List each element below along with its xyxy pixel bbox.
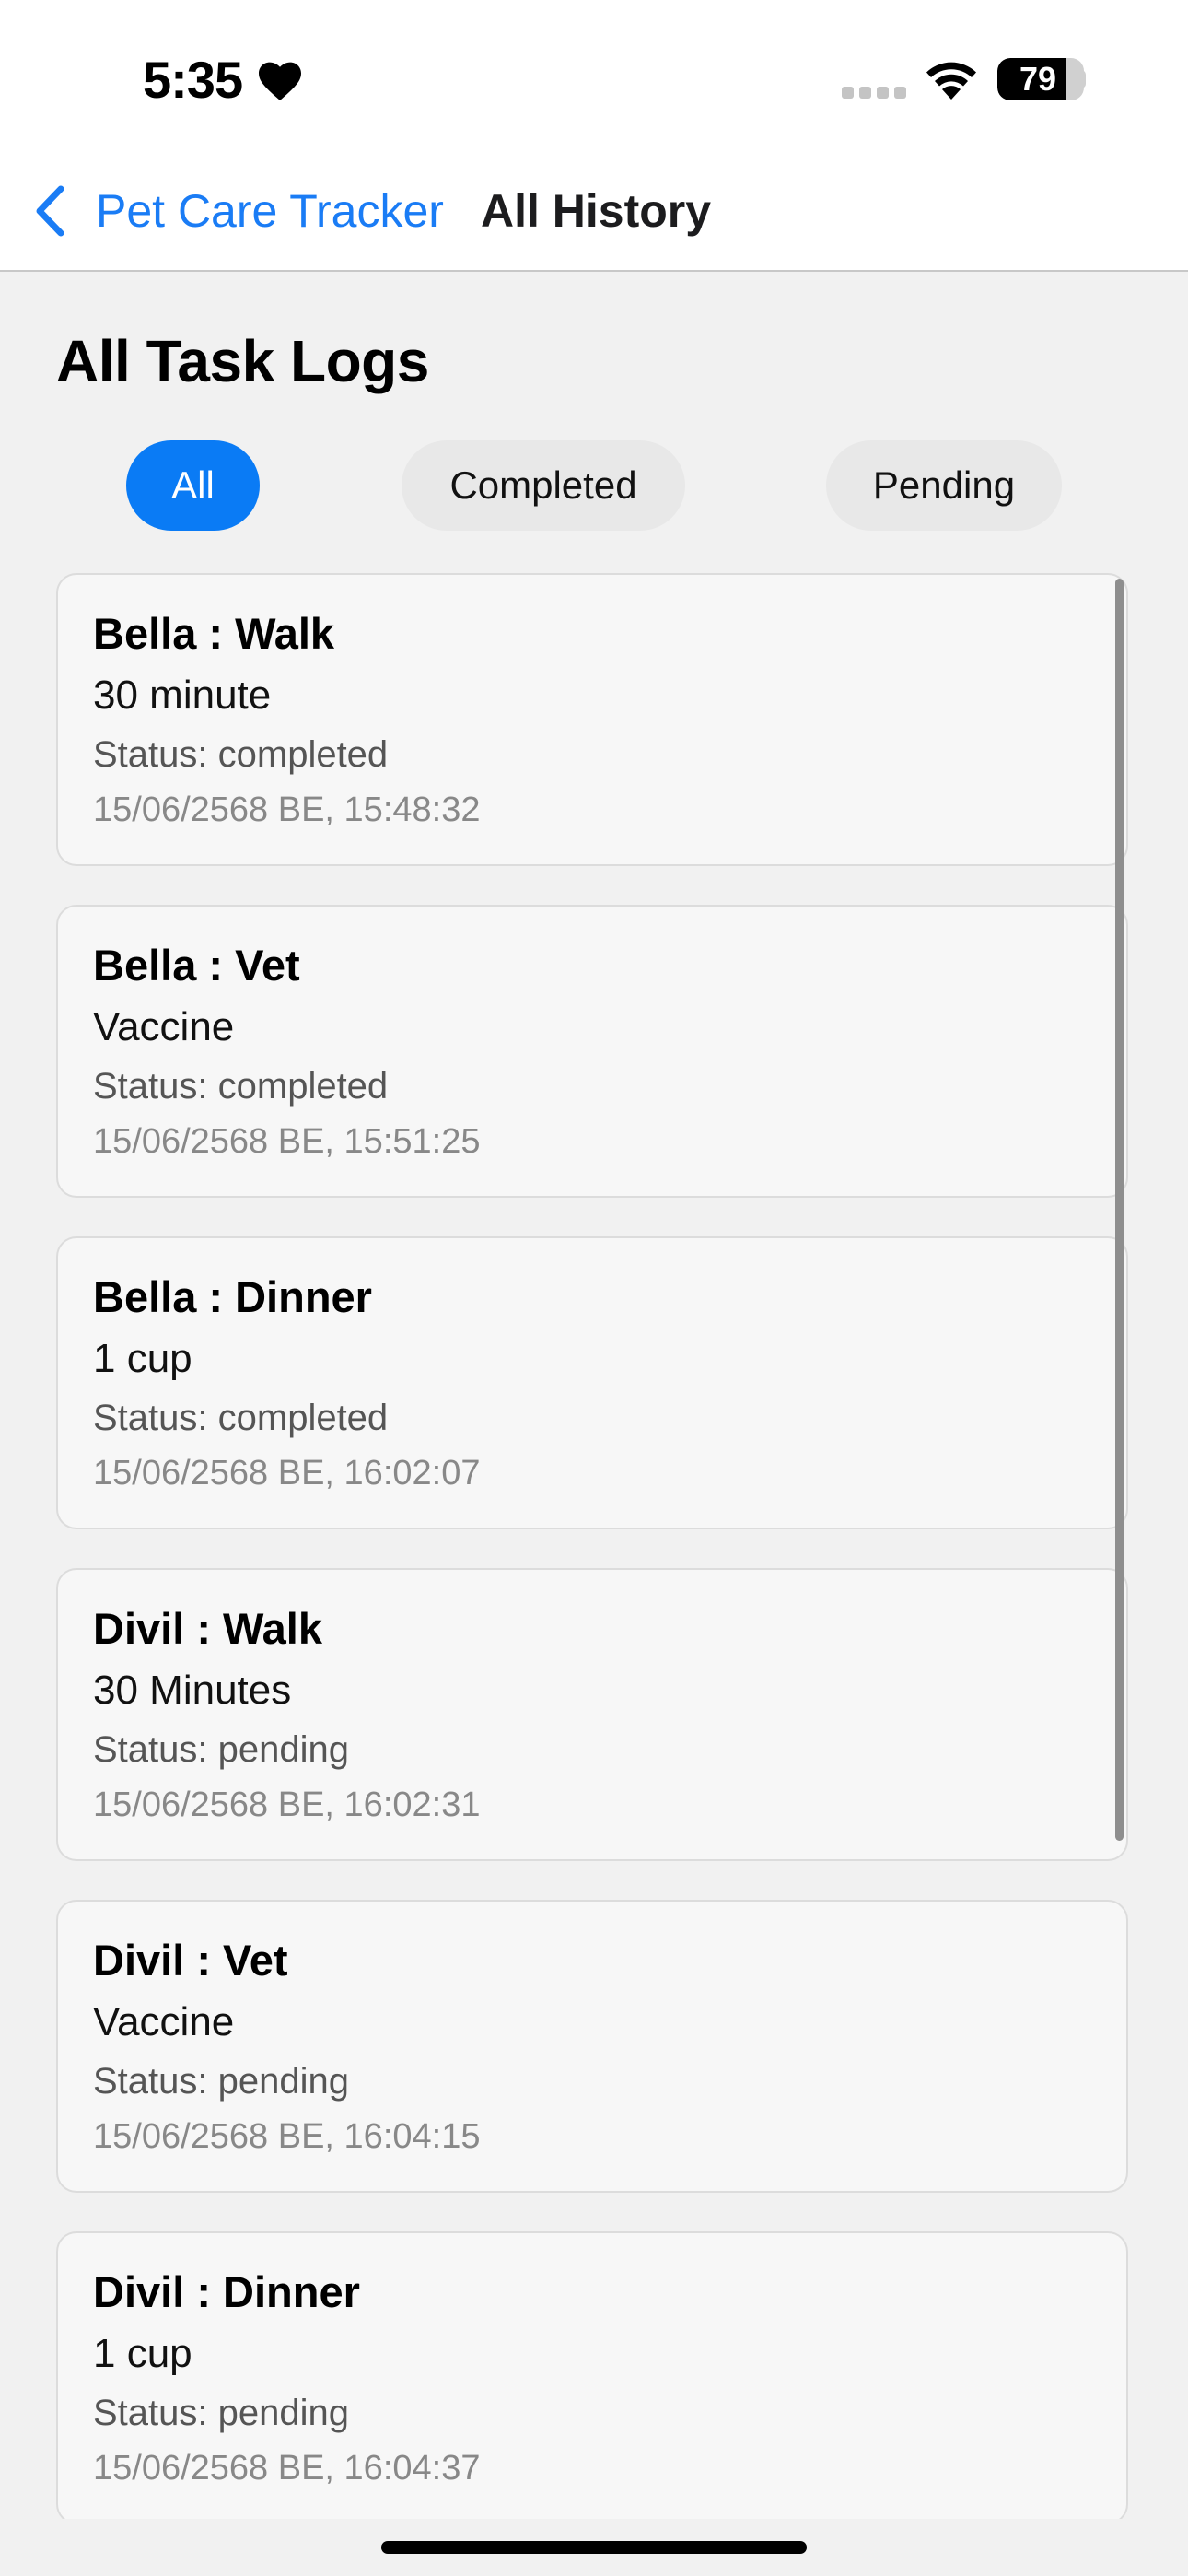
cellular-dots-icon [842,87,906,99]
log-card[interactable]: Divil : Walk 30 Minutes Status: pending … [56,1568,1128,1861]
nav-title: All History [481,185,712,237]
log-title: Bella : Dinner [93,1272,372,1321]
heart-icon [259,62,301,100]
log-status: Status: completed [93,1398,389,1438]
wifi-icon [926,62,976,100]
task-log-list[interactable]: Bella : Walk 30 minute Status: completed… [56,573,1132,2519]
log-title: Bella : Walk [93,609,335,658]
log-timestamp: 15/06/2568 BE, 15:48:32 [93,790,481,829]
log-timestamp: 15/06/2568 BE, 15:51:25 [93,1122,481,1161]
filter-all-button[interactable]: All [126,440,260,531]
home-indicator[interactable] [381,2541,807,2554]
filter-completed-button[interactable]: Completed [402,440,685,531]
log-timestamp: 15/06/2568 BE, 16:04:15 [93,2117,481,2156]
log-status: Status: completed [93,1066,389,1107]
log-timestamp: 15/06/2568 BE, 16:02:31 [93,1786,481,1824]
log-detail: Vaccine [93,1004,235,1049]
log-status: Status: pending [93,2393,349,2433]
battery-level: 79 [1019,60,1057,98]
filter-pending-button[interactable]: Pending [826,440,1062,531]
back-button-label: Pet Care Tracker [96,185,444,237]
log-detail: Vaccine [93,1999,235,2044]
log-title: Divil : Walk [93,1604,322,1653]
log-card[interactable]: Divil : Vet Vaccine Status: pending 15/0… [56,1900,1128,2193]
back-button[interactable]: Pet Care Tracker [33,176,444,246]
scrollbar[interactable] [1115,579,1124,1841]
log-title: Bella : Vet [93,941,300,989]
log-card[interactable]: Bella : Vet Vaccine Status: completed 15… [56,905,1128,1198]
navigation-bar: Pet Care Tracker All History [0,152,1188,272]
log-card[interactable]: Bella : Dinner 1 cup Status: completed 1… [56,1236,1128,1529]
log-title: Divil : Vet [93,1936,288,1985]
log-detail: 1 cup [93,1336,192,1381]
log-detail: 30 minute [93,673,272,718]
log-detail: 30 Minutes [93,1668,292,1713]
battery-tip [1078,70,1086,88]
page-title: All Task Logs [56,328,429,394]
log-title: Divil : Dinner [93,2267,360,2316]
log-timestamp: 15/06/2568 BE, 16:04:37 [93,2449,481,2488]
log-detail: 1 cup [93,2331,192,2376]
status-bar: 5:35 79 [0,0,1188,152]
log-card[interactable]: Divil : Dinner 1 cup Status: pending 15/… [56,2231,1128,2519]
log-status: Status: pending [93,1729,349,1770]
chevron-left-icon [36,185,64,237]
status-time: 5:35 [143,51,243,109]
log-card[interactable]: Bella : Walk 30 minute Status: completed… [56,573,1128,866]
log-status: Status: completed [93,734,389,775]
battery-indicator: 79 [997,58,1084,100]
log-timestamp: 15/06/2568 BE, 16:02:07 [93,1454,481,1493]
log-status: Status: pending [93,2061,349,2102]
